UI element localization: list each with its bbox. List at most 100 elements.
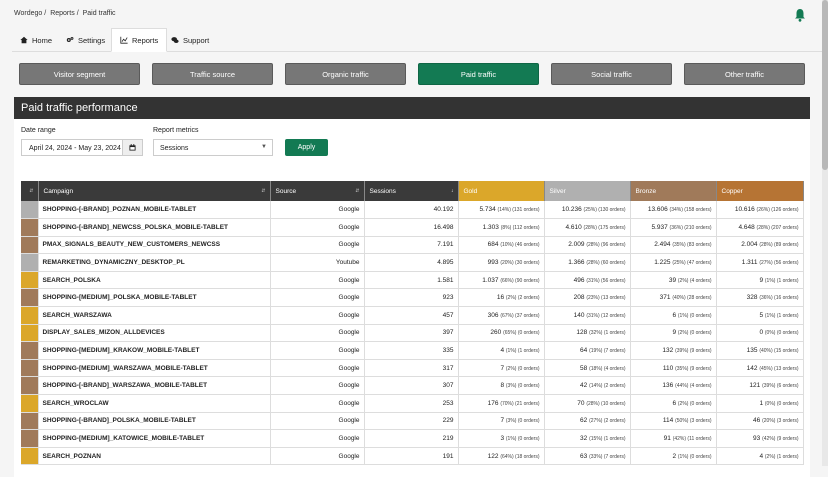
breadcrumb-item: Paid traffic (82, 10, 116, 17)
segment-social[interactable]: Social traffic (551, 63, 672, 85)
table-row[interactable]: SHOPPING-[MEDIUM]_WARSZAWA_MOBILE-TABLET… (21, 359, 804, 378)
copper-cell: 93 (42%) (9 orders) (716, 429, 804, 448)
copper-cell: 0 (0%) (0 orders) (716, 324, 804, 343)
table-row[interactable]: DISPLAY_SALES_MIZON_ALLDEVICES Google 397 2… (21, 324, 804, 343)
table-row[interactable]: SEARCH_WROCLAW Google 253 176 (70%) (21 ord… (21, 394, 804, 413)
table-row[interactable]: SEARCH_POLSKA Google 1.581 1.037 (66%) (90 … (21, 271, 804, 290)
silver-pct: (23%) (13 orders) (586, 295, 626, 302)
table-row[interactable]: PMAX_SIGNALS_BEAUTY_NEW_CUSTOMERS_NEWCSS… (21, 236, 804, 255)
segment-organic[interactable]: Organic traffic (285, 63, 406, 85)
table-row[interactable]: SHOPPING-[-BRAND]_POZNAN_MOBILE-TABLET Go… (21, 201, 804, 220)
scrollbar-thumb[interactable] (822, 0, 828, 170)
bronze-cell: 6 (1%) (0 orders) (630, 306, 717, 325)
page-scrollbar[interactable] (822, 0, 828, 466)
copper-value: 1.311 (741, 259, 758, 267)
gold-value: 306 (487, 311, 499, 319)
silver-pct: (28%) (175 orders) (583, 224, 626, 231)
copper-cell: 142 (45%) (13 orders) (716, 359, 804, 378)
copper-value: 121 (749, 382, 761, 390)
column-header-bronze: Bronze (630, 181, 717, 201)
bronze-value: 136 (662, 382, 674, 390)
copper-value: 2.004 (741, 241, 758, 249)
breadcrumb-item[interactable]: Wordego (14, 10, 42, 17)
copper-cell: 2.004 (28%) (89 orders) (716, 236, 804, 255)
segment-other[interactable]: Other traffic (684, 63, 805, 85)
bronze-value: 5.937 (651, 223, 668, 231)
table-row[interactable]: SEARCH_WARSZAWA Google 457 306 (67%) (37 or… (21, 306, 804, 325)
column-header-tier[interactable]: ⇵ (21, 181, 39, 201)
silver-cell: 496 (31%) (56 orders) (544, 271, 631, 290)
bell-icon[interactable] (794, 8, 806, 22)
sessions-cell: 191 (364, 447, 459, 466)
table-row[interactable]: REMARKETING_DYNAMICZNY_DESKTOP_PL Youtube… (21, 253, 804, 272)
silver-pct: (32%) (1 orders) (589, 330, 626, 337)
campaign-cell: DISPLAY_SALES_MIZON_ALLDEVICES (38, 324, 271, 343)
copper-cell: 9 (1%) (1 orders) (716, 271, 804, 290)
copper-pct: (26%) (126 orders) (756, 207, 799, 214)
column-header-gold: Gold (458, 181, 545, 201)
calendar-icon (129, 144, 136, 151)
campaign-cell: SEARCH_POLSKA (38, 271, 271, 290)
segment-paid[interactable]: Paid traffic (418, 63, 539, 85)
sessions-cell: 317 (364, 359, 459, 378)
table-row[interactable]: SHOPPING-[MEDIUM]_POLSKA_MOBILE-TABLET Go… (21, 288, 804, 308)
tab-settings[interactable]: Settings (58, 28, 113, 52)
breadcrumb-item[interactable]: Reports (50, 10, 75, 17)
silver-cell: 208 (23%) (13 orders) (544, 288, 631, 308)
column-header-source[interactable]: Source ⇵ (270, 181, 365, 201)
campaign-cell: SHOPPING-[-BRAND]_WARSZAWA_MOBILE-TABLET (38, 376, 271, 396)
tab-home[interactable]: Home (12, 28, 60, 52)
bronze-value: 6 (672, 311, 677, 319)
bronze-pct: (35%) (83 orders) (672, 242, 712, 249)
column-header-sessions[interactable]: Sessions ↓ (364, 181, 459, 201)
table-row[interactable]: SHOPPING-[-BRAND]_NEWCSS_POLSKA_MOBILE-T… (21, 218, 804, 237)
gold-pct: (3%) (0 orders) (505, 418, 540, 425)
apply-button[interactable]: Apply (285, 139, 328, 156)
sessions-cell: 229 (364, 412, 459, 431)
calendar-button[interactable] (122, 140, 142, 155)
tab-reports[interactable]: Reports (111, 28, 168, 52)
bronze-cell: 371 (40%) (28 orders) (630, 288, 717, 308)
bronze-cell: 1.225 (25%) (47 orders) (630, 253, 717, 272)
gold-cell: 7 (2%) (0 orders) (458, 359, 545, 378)
table-row[interactable]: SHOPPING-[MEDIUM]_KATOWICE_MOBILE-TABLET… (21, 429, 804, 448)
tab-label: Support (183, 35, 210, 45)
campaign-cell: SHOPPING-[-BRAND]_POZNAN_MOBILE-TABLET (38, 201, 271, 220)
gold-cell: 260 (65%) (0 orders) (458, 324, 545, 343)
copper-pct: (1%) (1 orders) (764, 277, 799, 284)
bronze-pct: (39%) (9 orders) (675, 348, 712, 355)
report-panel: Paid traffic performance Date range Apri… (14, 97, 810, 477)
bronze-value: 371 (659, 294, 671, 302)
tier-swatch (21, 236, 39, 255)
silver-value: 128 (576, 329, 588, 337)
bronze-cell: 6 (2%) (0 orders) (630, 394, 717, 413)
main-tabs: Home Settings Reports Support (12, 28, 822, 52)
silver-value: 64 (580, 347, 588, 355)
tab-support[interactable]: Support (163, 28, 217, 52)
segment-visitor[interactable]: Visitor segment (19, 63, 140, 85)
table-row[interactable]: SHOPPING-[-BRAND]_WARSZAWA_MOBILE-TABLET… (21, 376, 804, 396)
bronze-pct: (2%) (4 orders) (677, 277, 712, 284)
copper-cell: 4 (2%) (1 orders) (716, 447, 804, 466)
sessions-cell: 397 (364, 324, 459, 343)
report-metrics-value: Sessions (160, 145, 189, 152)
copper-pct: (20%) (3 orders) (762, 418, 799, 425)
bronze-pct: (2%) (0 orders) (677, 400, 712, 407)
gold-pct: (2%) (2 orders) (505, 295, 540, 302)
table-row[interactable]: SEARCH_POZNAN Google 191 122 (64%) (18 orde… (21, 447, 804, 466)
table-row[interactable]: SHOPPING-[-BRAND]_POLSKA_MOBILE-TABLET Go… (21, 412, 804, 431)
column-header-campaign[interactable]: Campaign ⇵ (38, 181, 271, 201)
copper-value: 4.648 (738, 223, 755, 231)
date-range-input[interactable]: April 24, 2024 - May 23, 2024 (21, 139, 143, 156)
source-cell: Google (270, 201, 365, 220)
column-header-silver: Silver (544, 181, 631, 201)
gold-cell: 306 (67%) (37 orders) (458, 306, 545, 325)
report-metrics-select[interactable]: Sessions ▼ (153, 139, 273, 156)
source-cell: Google (270, 412, 365, 431)
silver-pct: (28%) (10 orders) (586, 400, 626, 407)
table-row[interactable]: SHOPPING-[MEDIUM]_KRAKOW_MOBILE-TABLET Go… (21, 341, 804, 360)
sessions-cell: 4.895 (364, 253, 459, 272)
report-metrics-label: Report metrics (153, 127, 199, 134)
segment-traffic-source[interactable]: Traffic source (152, 63, 273, 85)
chart-icon (120, 36, 128, 44)
